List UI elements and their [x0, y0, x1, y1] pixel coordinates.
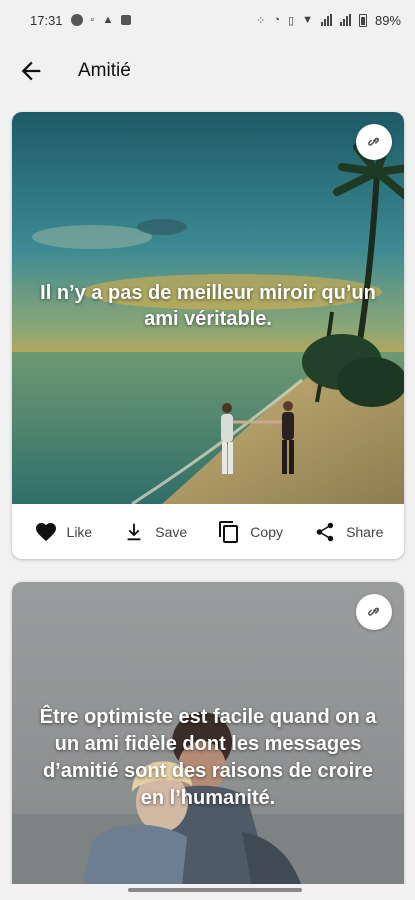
status-bar: 17:31 ▫ ▲ ⁘ ◔ ▯ ▼ 89% [0, 0, 415, 40]
card-actions: Like Save Copy Share [12, 504, 404, 559]
back-button[interactable] [0, 45, 62, 97]
navigation-bar-area [0, 884, 415, 900]
save-button[interactable]: Save [121, 519, 187, 545]
image-icon [121, 15, 132, 25]
download-icon [121, 519, 147, 545]
notification-icon [70, 14, 83, 26]
signal-icon-2 [339, 14, 351, 26]
share-button[interactable]: Share [312, 519, 383, 545]
wifi-icon: ▼ [302, 14, 313, 26]
link-icon [368, 607, 380, 616]
share-label: Share [346, 523, 384, 540]
battery-percent: 89% [374, 12, 401, 28]
like-button[interactable]: Like [33, 519, 93, 545]
back-arrow-icon [21, 61, 41, 81]
notification-icon-2: ▫ [90, 14, 95, 26]
gesture-navigation-handle[interactable] [128, 888, 302, 892]
quote-card: Il n’y a pas de meilleur miroir qu’un am… [12, 112, 404, 559]
signal-icon [320, 14, 332, 26]
copy-icon [216, 519, 242, 545]
battery-icon [358, 13, 367, 27]
navigation-icon: ▲ [102, 14, 114, 26]
quote-text: Il n’y a pas de meilleur miroir qu’un am… [40, 282, 376, 330]
link-button[interactable] [356, 124, 392, 160]
link-icon [368, 137, 380, 146]
data-speed-icon: ⁘ [256, 14, 266, 27]
alarm-icon: ◔ [273, 14, 281, 26]
like-label: Like [66, 523, 93, 540]
page-title: Amitié [78, 60, 131, 81]
quote-text: Être optimiste est facile quand on a un … [39, 706, 377, 809]
vibrate-icon: ▯ [288, 14, 295, 27]
copy-button[interactable]: Copy [216, 519, 283, 545]
status-time: 17:31 [30, 12, 63, 28]
share-icon [312, 519, 338, 545]
link-button[interactable] [356, 594, 392, 630]
save-label: Save [155, 523, 188, 540]
app-bar: Amitié [0, 45, 415, 97]
copy-label: Copy [250, 523, 283, 540]
quote-card: Être optimiste est facile quand on a un … [12, 582, 404, 887]
heart-icon [33, 519, 59, 545]
